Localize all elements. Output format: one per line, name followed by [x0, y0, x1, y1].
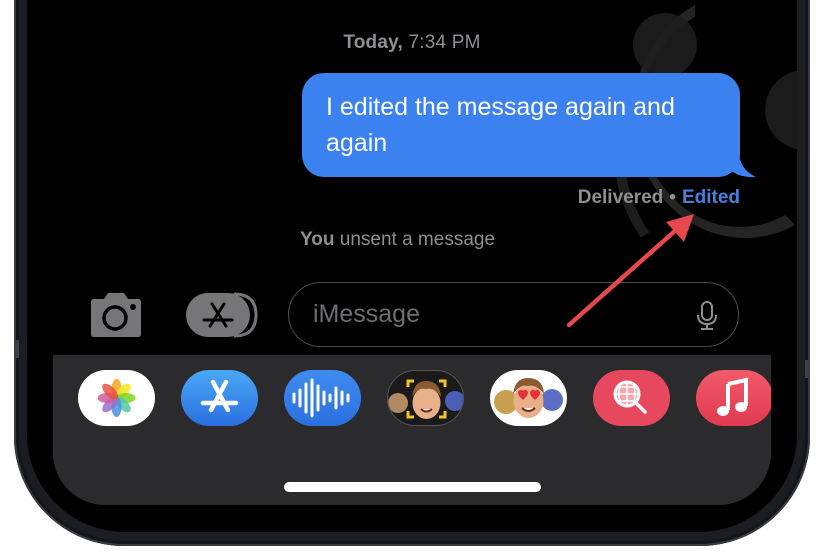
edited-link[interactable]: Edited [682, 187, 740, 208]
frame-antenna-band [805, 360, 809, 378]
message-timestamp: Today, 7:34 PM [0, 32, 824, 54]
separator-dot: • [669, 187, 676, 208]
app-music[interactable] [696, 370, 771, 426]
music-note-icon [717, 377, 748, 416]
timestamp-day: Today, [343, 32, 403, 53]
microphone-icon[interactable] [696, 301, 718, 331]
photos-icon [97, 379, 136, 417]
delivery-receipt: Delivered • Edited [578, 187, 740, 209]
audio-waveform-icon [292, 378, 350, 418]
sent-message-bubble[interactable]: I edited the message again and again [302, 73, 740, 177]
app-memoji-stickers[interactable] [490, 370, 567, 426]
frame-antenna-band [15, 340, 19, 358]
unsent-subject: You [300, 229, 335, 250]
message-text: I edited the message again and again [326, 93, 675, 157]
app-app-store[interactable] [181, 370, 258, 426]
globe-search-icon [613, 380, 647, 414]
camera-icon [91, 293, 141, 337]
memoji-stickers-icon [494, 378, 563, 418]
imessage-field[interactable] [288, 282, 739, 347]
app-store-icon [200, 379, 239, 413]
camera-button[interactable] [87, 292, 145, 338]
delivered-status: Delivered [577, 187, 664, 208]
app-store-icon [186, 292, 258, 338]
app-memoji[interactable] [387, 370, 464, 426]
home-indicator[interactable] [284, 482, 541, 492]
unsent-text: unsent a message [339, 229, 496, 250]
memoji-icon [388, 379, 463, 419]
message-input[interactable] [313, 283, 673, 345]
app-photos[interactable] [78, 370, 155, 426]
app-audio-message[interactable] [284, 370, 361, 426]
timestamp-time: 7:34 PM [408, 32, 481, 53]
unsent-notice: You unsent a message [300, 229, 495, 251]
apps-button[interactable] [186, 292, 258, 338]
app-images-search[interactable] [593, 370, 670, 426]
